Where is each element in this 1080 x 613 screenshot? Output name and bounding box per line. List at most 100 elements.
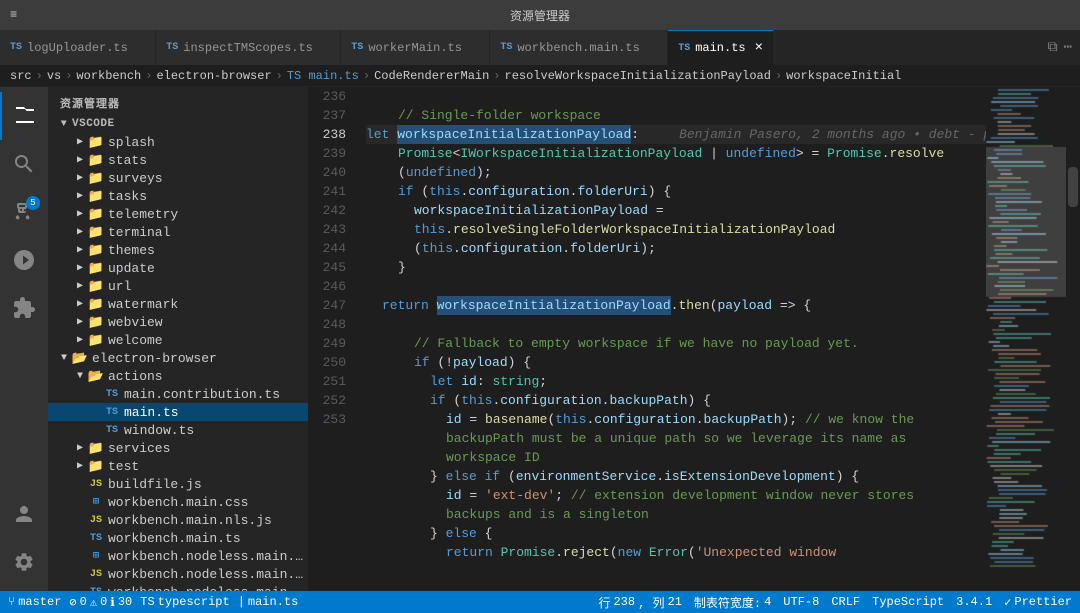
breadcrumb-resolve[interactable]: resolveWorkspaceInitializationPayload	[505, 69, 771, 83]
no-arrow	[72, 512, 88, 528]
activity-icon-explorer[interactable]	[0, 92, 48, 140]
code-content[interactable]: // Single-folder workspace let workspace…	[358, 87, 986, 591]
tab-logUploader[interactable]: TS logUploader.ts ×	[0, 30, 156, 65]
folder-arrow-icon: ▶	[72, 152, 88, 168]
title-bar-title: 资源管理器	[510, 7, 570, 24]
line-num: 245	[308, 258, 346, 277]
file-icon: |	[238, 595, 245, 609]
app-menu-file[interactable]: ≡	[10, 8, 17, 22]
status-file[interactable]: | main.ts	[238, 595, 299, 609]
line-num: 251	[308, 372, 346, 391]
tab-inspectTMScopes[interactable]: TS inspectTMScopes.ts ×	[156, 30, 341, 65]
code-line-238b: Promise<IWorkspaceInitializationPayload …	[366, 144, 986, 163]
breadcrumb-electron-browser[interactable]: electron-browser	[156, 69, 271, 83]
activity-icon-settings[interactable]	[0, 538, 48, 586]
sidebar-item-main-ts[interactable]: TS main.ts	[48, 403, 308, 421]
activity-icon-extensions[interactable]	[0, 284, 48, 332]
tab-close-icon[interactable]: ×	[755, 40, 763, 56]
sidebar-item-label: workbench.main.ts	[108, 531, 241, 546]
status-errors[interactable]: ⊘ 0 ⚠ 0 ℹ 30	[69, 595, 132, 610]
status-version[interactable]: 3.4.1	[956, 595, 992, 609]
sidebar-item-window-ts[interactable]: TS window.ts	[48, 421, 308, 439]
sidebar-item-actions[interactable]: ▼ 📂 actions	[48, 367, 308, 385]
line-num: 242	[308, 201, 346, 220]
tab-label: workbench.main.ts	[517, 41, 639, 55]
sidebar-item-splash[interactable]: ▶ 📁 splash	[48, 133, 308, 151]
sidebar-item-welcome[interactable]: ▶ 📁 welcome	[48, 331, 308, 349]
css-file-icon: ⊞	[88, 494, 104, 510]
sidebar-item-label: surveys	[108, 171, 163, 186]
sidebar-item-tasks[interactable]: ▶ 📁 tasks	[48, 187, 308, 205]
sidebar-item-workbench-main-ts[interactable]: TS workbench.main.ts	[48, 529, 308, 547]
breadcrumb-workbench[interactable]: workbench	[76, 69, 141, 83]
tab-label: logUploader.ts	[27, 41, 128, 55]
sidebar-item-themes[interactable]: ▶ 📁 themes	[48, 241, 308, 259]
code-line-238c: (undefined);	[366, 163, 986, 182]
folder-arrow-icon: ▶	[72, 440, 88, 456]
breadcrumb-code-renderer[interactable]: CodeRendererMain	[374, 69, 489, 83]
status-prettier[interactable]: ✓ Prettier	[1004, 595, 1072, 610]
breadcrumb-vs[interactable]: vs	[47, 69, 61, 83]
sidebar-item-webview[interactable]: ▶ 📁 webview	[48, 313, 308, 331]
sidebar-item-terminal[interactable]: ▶ 📁 terminal	[48, 223, 308, 241]
sidebar-item-electron-browser[interactable]: ▼ 📂 electron-browser	[48, 349, 308, 367]
ts-file-icon: TS	[88, 584, 104, 591]
sidebar-item-services[interactable]: ▶ 📁 services	[48, 439, 308, 457]
sidebar-item-label: electron-browser	[92, 351, 217, 366]
breadcrumb-workspace-initial[interactable]: workspaceInitial	[786, 69, 901, 83]
code-line-241: }	[366, 258, 986, 277]
activity-bar-bottom	[0, 490, 48, 591]
code-line-239: if (this.configuration.folderUri) {	[366, 182, 986, 201]
status-branch[interactable]: ⑂ master	[8, 595, 61, 609]
sidebar-item-buildfile-js[interactable]: JS buildfile.js	[48, 475, 308, 493]
sidebar-item-url[interactable]: ▶ 📁 url	[48, 277, 308, 295]
code-line-249b: backupPath must be a unique path so we l…	[366, 429, 986, 448]
activity-icon-accounts[interactable]	[0, 490, 48, 538]
sidebar-item-label: main.contribution.ts	[124, 387, 280, 402]
sidebar-item-nodeless-3[interactable]: TS workbench.nodeless.main.ts	[48, 583, 308, 591]
code-editor[interactable]: 236 237 238 239 240 241 242 243 244 245 …	[308, 87, 1080, 591]
folder-icon: 📁	[88, 278, 104, 294]
sidebar-item-stats[interactable]: ▶ 📁 stats	[48, 151, 308, 169]
tab-size-value: 4	[764, 595, 771, 609]
status-line-ending[interactable]: CRLF	[831, 595, 860, 609]
line-num: 236	[308, 87, 346, 106]
vertical-scrollbar[interactable]	[1066, 87, 1080, 591]
js-file-icon: JS	[88, 476, 104, 492]
tab-workbenchMain[interactable]: TS workbench.main.ts ×	[490, 30, 668, 65]
sidebar-item-telemetry[interactable]: ▶ 📁 telemetry	[48, 205, 308, 223]
activity-icon-source-control[interactable]: 5	[0, 188, 48, 236]
sidebar-item-label: window.ts	[124, 423, 194, 438]
sidebar-item-test[interactable]: ▶ 📁 test	[48, 457, 308, 475]
sidebar-item-update[interactable]: ▶ 📁 update	[48, 259, 308, 277]
status-line-col[interactable]: 行 238 , 列 21	[598, 594, 681, 611]
sidebar-item-watermark[interactable]: ▶ 📁 watermark	[48, 295, 308, 313]
status-encoding[interactable]: UTF-8	[783, 595, 819, 609]
code-line-236	[366, 87, 986, 106]
more-actions-icon[interactable]: ⋯	[1064, 39, 1072, 56]
folder-arrow-icon: ▼	[56, 350, 72, 366]
sidebar-item-nodeless-2[interactable]: JS workbench.nodeless.main....	[48, 565, 308, 583]
sidebar-item-main-contribution[interactable]: TS main.contribution.ts	[48, 385, 308, 403]
sidebar-item-surveys[interactable]: ▶ 📁 surveys	[48, 169, 308, 187]
status-lang-mode[interactable]: TypeScript	[872, 595, 944, 609]
line-num: 244	[308, 239, 346, 258]
activity-icon-search[interactable]	[0, 140, 48, 188]
sidebar-item-nodeless-1[interactable]: ⊞ workbench.nodeless.main....	[48, 547, 308, 565]
sidebar-item-label: telemetry	[108, 207, 178, 222]
split-editor-icon[interactable]: ⧉	[1048, 40, 1058, 56]
code-line-249: id = basename(this.configuration.backupP…	[366, 410, 986, 429]
sidebar-item-workbench-nls[interactable]: JS workbench.main.nls.js	[48, 511, 308, 529]
tab-main[interactable]: TS main.ts ×	[668, 30, 774, 65]
status-tab-size[interactable]: 制表符宽度: 4	[694, 594, 771, 611]
sidebar-item-workbench-css[interactable]: ⊞ workbench.main.css	[48, 493, 308, 511]
breadcrumb-main-ts[interactable]: TS main.ts	[287, 69, 359, 83]
code-line-252: } else {	[366, 524, 986, 543]
activity-icon-debug[interactable]	[0, 236, 48, 284]
tab-workerMain[interactable]: TS workerMain.ts ×	[341, 30, 490, 65]
code-line-240: workspaceInitializationPayload =	[366, 201, 986, 220]
tree-root-vscode[interactable]: ▼ VSCODE	[48, 115, 308, 133]
code-line-247: let id: string;	[366, 372, 986, 391]
breadcrumb-src[interactable]: src	[10, 69, 32, 83]
status-language[interactable]: TS typescript	[140, 595, 229, 609]
